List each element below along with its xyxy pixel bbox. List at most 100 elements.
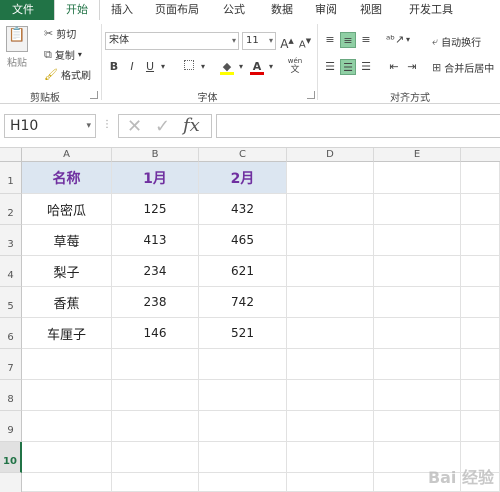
cell-b9[interactable] (112, 411, 199, 442)
align-left-button[interactable]: ☰ (322, 59, 338, 75)
cell-d11[interactable] (287, 473, 374, 492)
row-header-5[interactable]: 5 (0, 287, 22, 318)
cell-b3[interactable]: 413 (112, 225, 199, 256)
font-color-button[interactable]: A (249, 59, 265, 75)
cell-b7[interactable] (112, 349, 199, 380)
cell-f8[interactable] (461, 380, 500, 411)
cell-b2[interactable]: 125 (112, 194, 199, 225)
column-header-d[interactable]: D (287, 148, 374, 162)
cell-a1[interactable]: 名称 (22, 162, 112, 194)
row-header-10[interactable]: 10 (0, 442, 22, 473)
cell-f7[interactable] (461, 349, 500, 380)
font-name-combo[interactable]: 宋体 ▾ (105, 32, 239, 50)
font-launcher-icon[interactable] (307, 91, 315, 99)
tab-developer[interactable]: 开发工具 (396, 0, 466, 20)
cell-a3[interactable]: 草莓 (22, 225, 112, 256)
cell-f3[interactable] (461, 225, 500, 256)
chevron-down-icon[interactable]: ▾ (159, 59, 167, 75)
cell-b8[interactable] (112, 380, 199, 411)
cell-e4[interactable] (374, 256, 461, 287)
cell-e7[interactable] (374, 349, 461, 380)
cell-e5[interactable] (374, 287, 461, 318)
copy-button[interactable]: ⧉ 复制 ▾ (44, 47, 82, 63)
tab-file[interactable]: 文件 (0, 0, 46, 20)
column-header-b[interactable]: B (112, 148, 199, 162)
cell-c9[interactable] (199, 411, 287, 442)
cell-d5[interactable] (287, 287, 374, 318)
chevron-down-icon[interactable]: ▾ (267, 59, 275, 75)
cell-c7[interactable] (199, 349, 287, 380)
cancel-icon[interactable]: ✕ (127, 116, 142, 137)
row-header-9[interactable]: 9 (0, 411, 22, 442)
align-middle-button[interactable]: ≡ (340, 32, 356, 48)
formula-input[interactable] (216, 114, 500, 138)
column-header-f[interactable] (461, 148, 500, 162)
shrink-font-button[interactable]: A▼ (297, 33, 313, 50)
cell-f5[interactable] (461, 287, 500, 318)
cell-e3[interactable] (374, 225, 461, 256)
tab-insert[interactable]: 插入 (100, 0, 144, 20)
cell-a11[interactable] (22, 473, 112, 492)
phonetic-button[interactable]: wén 文 (284, 57, 306, 75)
cell-c2[interactable]: 432 (199, 194, 287, 225)
cell-f6[interactable] (461, 318, 500, 349)
cell-c10[interactable] (199, 442, 287, 473)
cell-d1[interactable] (287, 162, 374, 194)
cell-a5[interactable]: 香蕉 (22, 287, 112, 318)
column-header-e[interactable]: E (374, 148, 461, 162)
bold-button[interactable]: B (106, 59, 122, 75)
row-header-3[interactable]: 3 (0, 225, 22, 256)
tab-data[interactable]: 数据 (258, 0, 306, 20)
column-header-a[interactable]: A (22, 148, 112, 162)
cell-d9[interactable] (287, 411, 374, 442)
wrap-text-button[interactable]: ⤶ 自动换行 (432, 34, 481, 50)
cell-c1[interactable]: 2月 (199, 162, 287, 194)
cell-a2[interactable]: 哈密瓜 (22, 194, 112, 225)
cell-b4[interactable]: 234 (112, 256, 199, 287)
cell-a9[interactable] (22, 411, 112, 442)
row-header-11[interactable] (0, 473, 22, 492)
increase-indent-button[interactable]: ⇥ (404, 59, 420, 75)
cell-e6[interactable] (374, 318, 461, 349)
cell-a8[interactable] (22, 380, 112, 411)
tab-review[interactable]: 审阅 (306, 0, 346, 20)
tab-formulas[interactable]: 公式 (210, 0, 258, 20)
cell-c3[interactable]: 465 (199, 225, 287, 256)
row-header-7[interactable]: 7 (0, 349, 22, 380)
grow-font-button[interactable]: A▲ (279, 33, 295, 51)
cell-e8[interactable] (374, 380, 461, 411)
cell-f1[interactable] (461, 162, 500, 194)
chevron-down-icon[interactable]: ▾ (86, 115, 91, 137)
underline-button[interactable]: U (142, 59, 158, 75)
cell-d2[interactable] (287, 194, 374, 225)
row-header-2[interactable]: 2 (0, 194, 22, 225)
row-header-8[interactable]: 8 (0, 380, 22, 411)
cell-d7[interactable] (287, 349, 374, 380)
format-painter-button[interactable]: 🖌 格式刷 (44, 67, 91, 82)
italic-button[interactable]: I (124, 59, 140, 75)
cell-b1[interactable]: 1月 (112, 162, 199, 194)
align-right-button[interactable]: ☰ (358, 59, 374, 75)
row-header-6[interactable]: 6 (0, 318, 22, 349)
borders-button[interactable] (181, 59, 197, 75)
select-all-corner[interactable] (0, 148, 22, 162)
cell-e9[interactable] (374, 411, 461, 442)
cell-a10[interactable] (22, 442, 112, 473)
cell-c8[interactable] (199, 380, 287, 411)
row-header-4[interactable]: 4 (0, 256, 22, 287)
decrease-indent-button[interactable]: ⇤ (386, 59, 402, 75)
cell-b11[interactable] (112, 473, 199, 492)
row-header-1[interactable]: 1 (0, 162, 22, 194)
cell-d8[interactable] (287, 380, 374, 411)
cell-f9[interactable] (461, 411, 500, 442)
merge-center-button[interactable]: ⊞ 合并后居中 (432, 60, 494, 75)
cell-e1[interactable] (374, 162, 461, 194)
paste-button[interactable]: 📋 粘贴 (6, 26, 28, 69)
cell-b5[interactable]: 238 (112, 287, 199, 318)
cell-c4[interactable]: 621 (199, 256, 287, 287)
cell-a6[interactable]: 车厘子 (22, 318, 112, 349)
cell-f4[interactable] (461, 256, 500, 287)
font-size-combo[interactable]: 11 ▾ (242, 32, 276, 50)
chevron-down-icon[interactable]: ▾ (199, 59, 207, 75)
align-top-button[interactable]: ≡ (322, 32, 338, 48)
